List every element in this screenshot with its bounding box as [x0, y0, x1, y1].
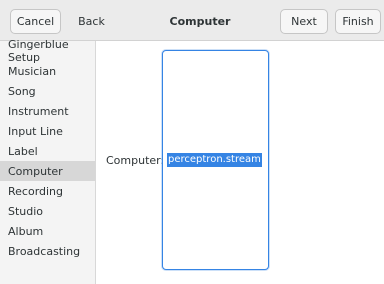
computer-field-value[interactable]: perceptron.stream — [167, 153, 262, 167]
finish-button[interactable]: Finish — [335, 9, 381, 34]
back-button[interactable]: Back — [68, 9, 115, 34]
computer-label: Computer: — [106, 153, 165, 167]
sidebar-item-broadcasting[interactable]: Broadcasting — [0, 241, 96, 261]
sidebar-item-label[interactable]: Label — [0, 141, 96, 161]
selected-text: perceptron.stream — [167, 153, 262, 167]
sidebar-item-computer[interactable]: Computer — [0, 161, 95, 181]
sidebar-item-studio[interactable]: Studio — [0, 201, 96, 221]
sidebar-item-recording[interactable]: Recording — [0, 181, 96, 201]
cancel-button[interactable]: Cancel — [10, 9, 61, 34]
header-bar: Cancel Back Computer Next Finish — [0, 0, 384, 41]
sidebar-item-song[interactable]: Song — [0, 81, 96, 101]
page-title: Computer — [169, 15, 231, 28]
assistant-window: Cancel Back Computer Next Finish Gingerb… — [0, 0, 384, 284]
sidebar-item-input-line[interactable]: Input Line — [0, 121, 96, 141]
sidebar-item-instrument[interactable]: Instrument — [0, 101, 96, 121]
next-button[interactable]: Next — [280, 9, 328, 34]
sidebar-item-album[interactable]: Album — [0, 221, 96, 241]
sidebar-item-gingerblue-setup[interactable]: Gingerblue Setup — [0, 38, 96, 64]
sidebar: Gingerblue Setup Musician Song Instrumen… — [0, 38, 96, 284]
sidebar-item-musician[interactable]: Musician — [0, 61, 96, 81]
